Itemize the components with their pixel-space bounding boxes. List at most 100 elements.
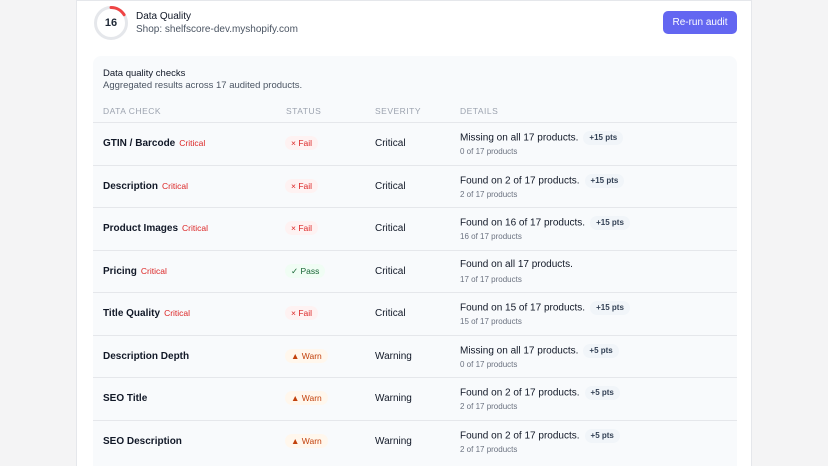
product-count: 0 of 17 products <box>460 359 518 369</box>
details-summary: Found on all 17 products. <box>460 258 573 270</box>
check-name: Pricing Critical <box>103 266 167 277</box>
panel-subtitle: Aggregated results across 17 audited pro… <box>103 80 303 91</box>
details-text: Found on 15 of 17 products. +15 pts <box>460 301 630 315</box>
details-summary: Found on 2 of 17 products. <box>460 175 580 187</box>
details-summary: Missing on all 17 products. <box>460 132 579 144</box>
critical-tag: Critical <box>182 223 209 233</box>
status-label: Pass <box>300 265 320 276</box>
status-badge: ▲ Warn <box>285 433 328 448</box>
check-name-label: Title Quality <box>103 308 161 319</box>
severity-value: Warning <box>375 350 412 362</box>
status-badge: × Fail <box>285 306 319 320</box>
check-name: SEO Description <box>103 436 182 447</box>
score-value: 16 <box>104 17 118 29</box>
check-name: Title Quality Critical <box>103 308 190 319</box>
card-header: 16 Data Quality Shop: shelfscore-dev.mys… <box>77 1 751 47</box>
details-summary: Found on 2 of 17 products. <box>460 387 580 399</box>
severity-value: Critical <box>375 223 406 234</box>
status-label: Warn <box>301 393 322 403</box>
status-badge: × Fail <box>285 221 319 235</box>
status-fail-icon: × <box>291 138 296 148</box>
details-text: Found on all 17 products. <box>460 259 573 270</box>
check-name-label: SEO Title <box>103 393 148 404</box>
severity-value: Critical <box>375 180 406 192</box>
column-header-severity: SEVERITY <box>375 106 422 116</box>
details-summary: Found on 15 of 17 products. <box>460 302 586 314</box>
severity-value: Critical <box>375 138 406 149</box>
panel-title: Data quality checks <box>103 68 186 79</box>
points-badge: +15 pts <box>584 173 625 188</box>
status-badge: ▲ Warn <box>285 391 328 405</box>
critical-tag: Critical <box>140 265 167 276</box>
check-name-label: SEO Description <box>103 435 182 447</box>
details-summary: Found on 16 of 17 products. <box>460 217 586 229</box>
shop-domain: Shop: shelfscore-dev.myshopify.com <box>136 24 298 35</box>
product-count: 15 of 17 products <box>460 317 522 326</box>
severity-value: Warning <box>375 435 412 447</box>
data-quality-card: 16 Data Quality Shop: shelfscore-dev.mys… <box>76 0 752 466</box>
product-count: 2 of 17 products <box>460 189 518 199</box>
table-row: GTIN / Barcode Critical × Fail Critical M… <box>93 122 737 164</box>
severity-value: Critical <box>375 265 406 277</box>
checks-panel: Data quality checks Aggregated results a… <box>93 56 737 466</box>
check-name-label: GTIN / Barcode <box>103 138 176 149</box>
check-name: Description Depth <box>103 351 189 362</box>
status-fail-icon: × <box>291 223 296 233</box>
critical-tag: Critical <box>162 180 188 191</box>
score-ring: 16 <box>93 5 129 41</box>
critical-tag: Critical <box>164 308 191 318</box>
product-count: 0 of 17 products <box>460 147 518 156</box>
table-row: Pricing Critical ✓ Pass Critical Found on… <box>93 249 737 292</box>
status-label: Warn <box>301 435 322 446</box>
column-header-status: STATUS <box>286 106 322 116</box>
severity-value: Critical <box>375 308 406 319</box>
details-text: Found on 2 of 17 products. +15 pts <box>460 173 625 188</box>
status-badge: × Fail <box>285 178 319 193</box>
check-name: Product Images Critical <box>103 223 208 234</box>
status-warn-icon: ▲ <box>291 393 300 403</box>
details-summary: Found on 2 of 17 products. <box>460 430 580 442</box>
points-badge: +15 pts <box>583 131 624 145</box>
table-row: Product Images Critical × Fail Critical F… <box>93 207 737 249</box>
product-count: 2 of 17 products <box>460 402 518 411</box>
details-text: Missing on all 17 products. +15 pts <box>460 131 624 145</box>
status-label: Fail <box>298 308 313 318</box>
status-badge: ▲ Warn <box>285 348 328 363</box>
points-badge: +5 pts <box>584 386 620 400</box>
details-summary: Missing on all 17 products. <box>460 345 579 357</box>
details-text: Missing on all 17 products. +5 pts <box>460 343 619 358</box>
severity-value: Warning <box>375 393 412 404</box>
details-text: Found on 2 of 17 products. +5 pts <box>460 428 620 443</box>
check-name: Description Critical <box>103 181 188 192</box>
check-name-label: Product Images <box>103 223 179 234</box>
table-row: Description Critical × Fail Critical Foun… <box>93 164 737 207</box>
product-count: 2 of 17 products <box>460 444 518 454</box>
check-name-label: Description <box>103 180 159 192</box>
status-fail-icon: × <box>291 180 296 191</box>
table-row: Description Depth ▲ Warn Warning Missing… <box>93 334 737 377</box>
page-title: Data Quality <box>136 11 192 22</box>
check-name: GTIN / Barcode Critical <box>103 138 205 149</box>
status-badge: × Fail <box>285 136 319 150</box>
points-badge: +5 pts <box>584 428 620 443</box>
status-fail-icon: × <box>291 308 296 318</box>
details-text: Found on 2 of 17 products. +5 pts <box>460 386 620 400</box>
column-header-details: DETAILS <box>460 106 499 116</box>
status-label: Fail <box>298 223 313 233</box>
status-warn-icon: ▲ <box>291 435 300 446</box>
details-text: Found on 16 of 17 products. +15 pts <box>460 216 630 230</box>
check-name-label: Description Depth <box>103 350 190 362</box>
status-badge: ✓ Pass <box>285 263 326 278</box>
check-name-label: Pricing <box>103 265 137 277</box>
table-row: SEO Description ▲ Warn Warning Found on … <box>93 419 737 462</box>
status-label: Fail <box>298 180 313 191</box>
rerun-audit-button[interactable]: Re-run audit <box>663 11 737 34</box>
status-warn-icon: ▲ <box>291 350 300 361</box>
status-label: Warn <box>301 350 322 361</box>
points-badge: +15 pts <box>590 301 630 315</box>
check-name: SEO Title <box>103 393 147 404</box>
product-count: 17 of 17 products <box>460 274 522 284</box>
points-badge: +5 pts <box>583 343 619 358</box>
status-label: Fail <box>298 138 313 148</box>
column-header-data-check: DATA CHECK <box>103 106 162 116</box>
